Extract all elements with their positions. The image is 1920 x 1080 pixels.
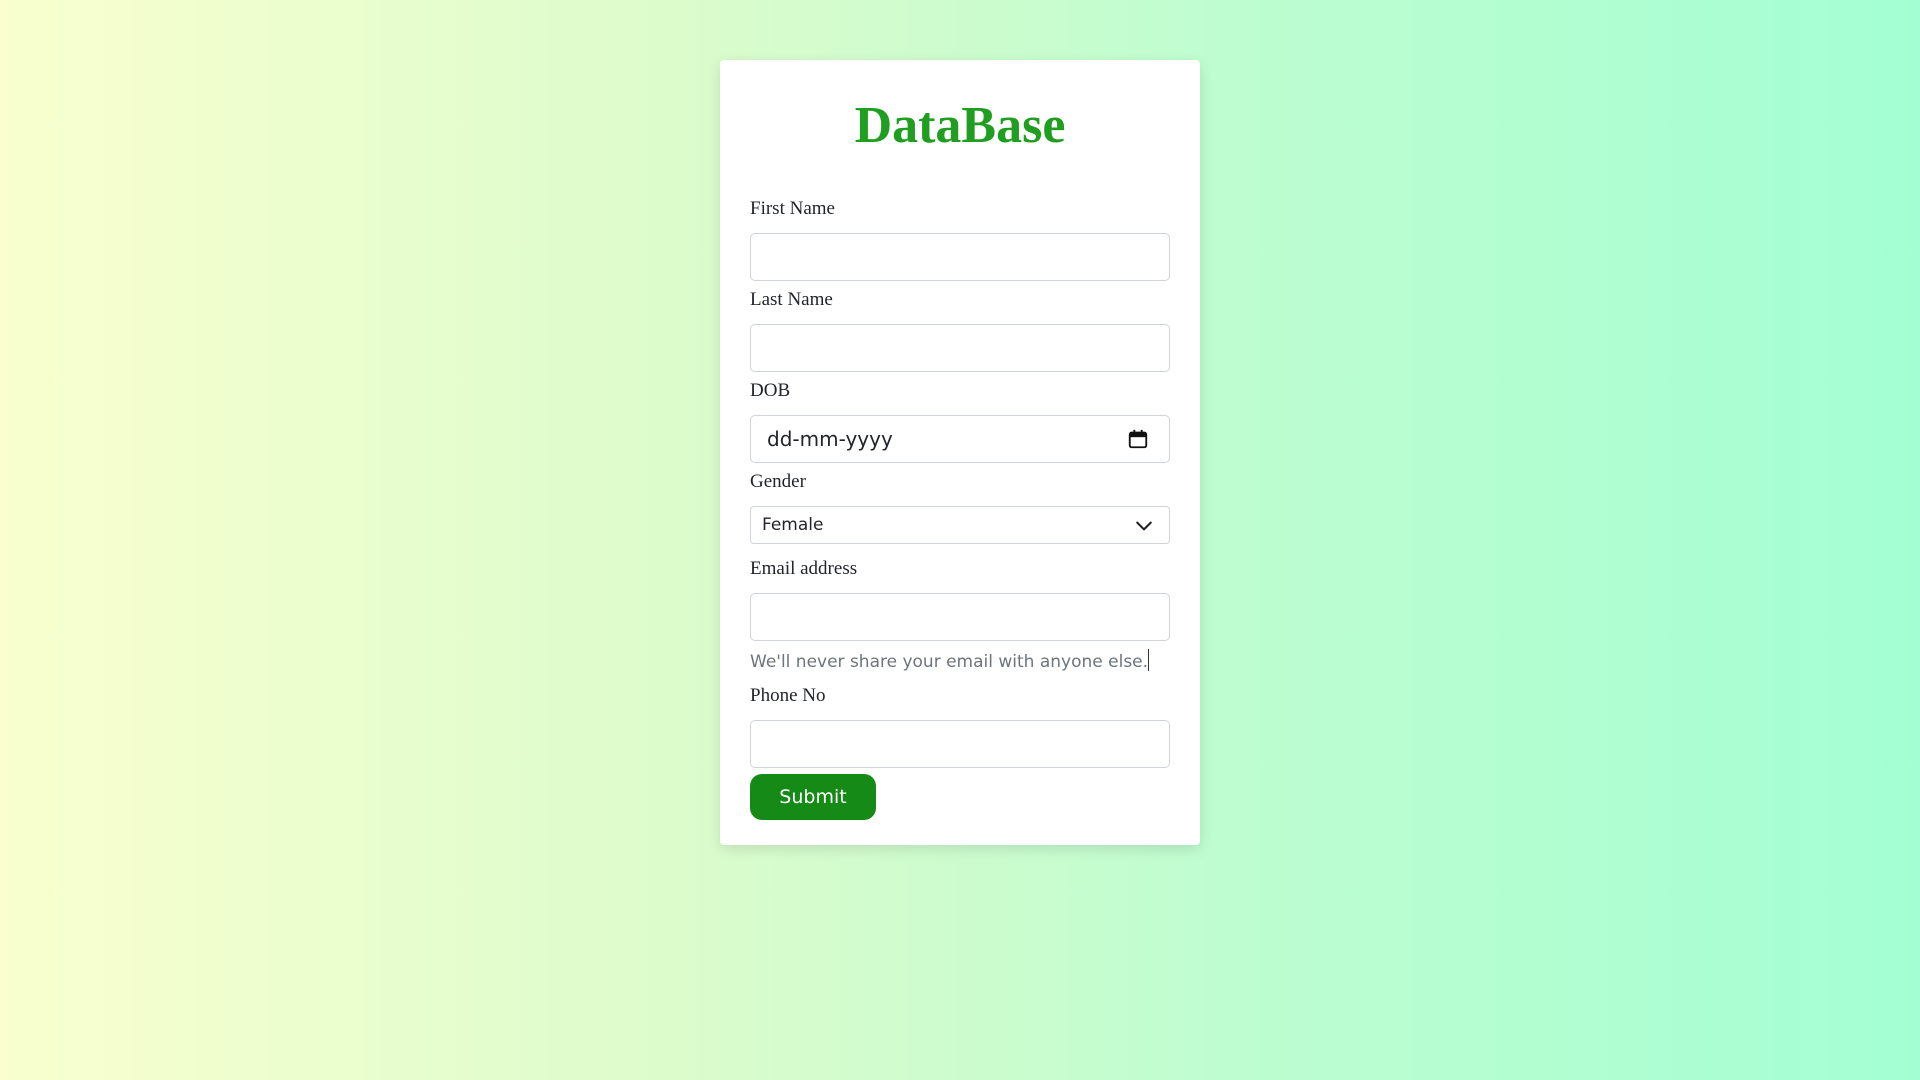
phone-label: Phone No <box>750 685 826 706</box>
gender-group: Gender Female <box>750 471 1170 544</box>
email-input[interactable] <box>750 593 1170 641</box>
chevron-down-icon <box>1136 521 1152 531</box>
first-name-group: First Name <box>750 198 1170 281</box>
dob-placeholder: dd-mm-yyyy <box>767 427 893 451</box>
form-title: DataBase <box>854 97 1066 154</box>
gender-label: Gender <box>750 471 806 492</box>
first-name-input[interactable] <box>750 233 1170 281</box>
phone-input[interactable] <box>750 720 1170 768</box>
dob-input[interactable]: dd-mm-yyyy <box>750 415 1170 463</box>
email-help-text: We'll never share your email with anyone… <box>750 649 1170 673</box>
gender-selected-value: Female <box>762 515 824 535</box>
last-name-input[interactable] <box>750 324 1170 372</box>
last-name-label: Last Name <box>750 289 833 310</box>
email-group: Email address We'll never share your ema… <box>750 558 1170 673</box>
text-cursor <box>1148 649 1150 671</box>
email-help-message: We'll never share your email with anyone… <box>750 652 1149 672</box>
calendar-icon[interactable] <box>1127 428 1149 450</box>
dob-label: DOB <box>750 380 791 401</box>
submit-button[interactable]: Submit <box>750 774 876 820</box>
last-name-group: Last Name <box>750 289 1170 372</box>
first-name-label: First Name <box>750 198 835 219</box>
email-label: Email address <box>750 558 858 579</box>
phone-group: Phone No <box>750 685 1170 768</box>
gender-select[interactable]: Female <box>750 506 1170 544</box>
database-form-card: DataBase First Name Last Name DOB dd-mm-… <box>720 60 1200 845</box>
dob-group: DOB dd-mm-yyyy <box>750 380 1170 463</box>
